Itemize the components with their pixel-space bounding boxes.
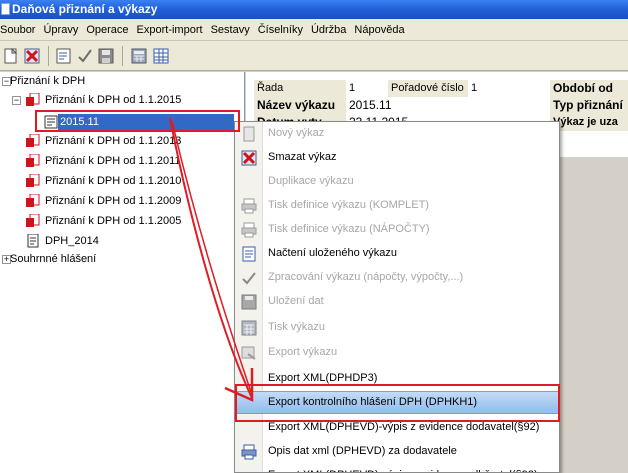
annotation-arrows [169,117,254,402]
annotation-arrow-curve [171,120,252,393]
